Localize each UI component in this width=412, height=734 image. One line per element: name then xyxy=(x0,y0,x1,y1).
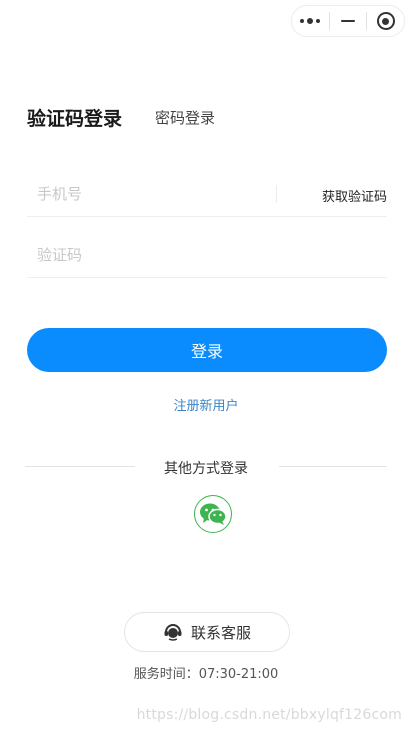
target-circle-icon xyxy=(376,12,395,30)
minimize-button[interactable] xyxy=(330,6,367,36)
code-input[interactable] xyxy=(37,238,267,272)
watermark: https://blog.csdn.net/bbxylqf126com xyxy=(136,707,402,723)
other-login-label: 其他方式登录 xyxy=(164,461,248,477)
close-button[interactable] xyxy=(367,6,404,36)
headset-icon xyxy=(164,624,182,641)
contact-service-button[interactable]: 联系客服 xyxy=(124,612,290,652)
contact-service-label: 联系客服 xyxy=(190,623,251,642)
minimize-icon xyxy=(341,20,355,22)
field-divider xyxy=(276,185,277,203)
miniprogram-capsule xyxy=(291,5,405,37)
phone-field-row: 获取验证码 xyxy=(27,171,387,217)
get-code-button[interactable]: 获取验证码 xyxy=(322,186,387,205)
wechat-login-button[interactable] xyxy=(194,495,232,533)
register-link[interactable]: 注册新用户 xyxy=(0,395,412,414)
phone-input[interactable] xyxy=(37,177,267,211)
tab-sms-login[interactable]: 验证码登录 xyxy=(27,104,122,131)
divider-right xyxy=(279,466,387,467)
wechat-icon xyxy=(200,503,227,525)
tab-password-login[interactable]: 密码登录 xyxy=(155,107,215,128)
code-field-row xyxy=(27,232,387,278)
more-button[interactable] xyxy=(292,6,329,36)
service-hours: 服务时间：07:30-21:00 xyxy=(133,667,279,682)
login-button[interactable]: 登录 xyxy=(27,328,387,372)
more-dots-icon xyxy=(300,18,321,24)
